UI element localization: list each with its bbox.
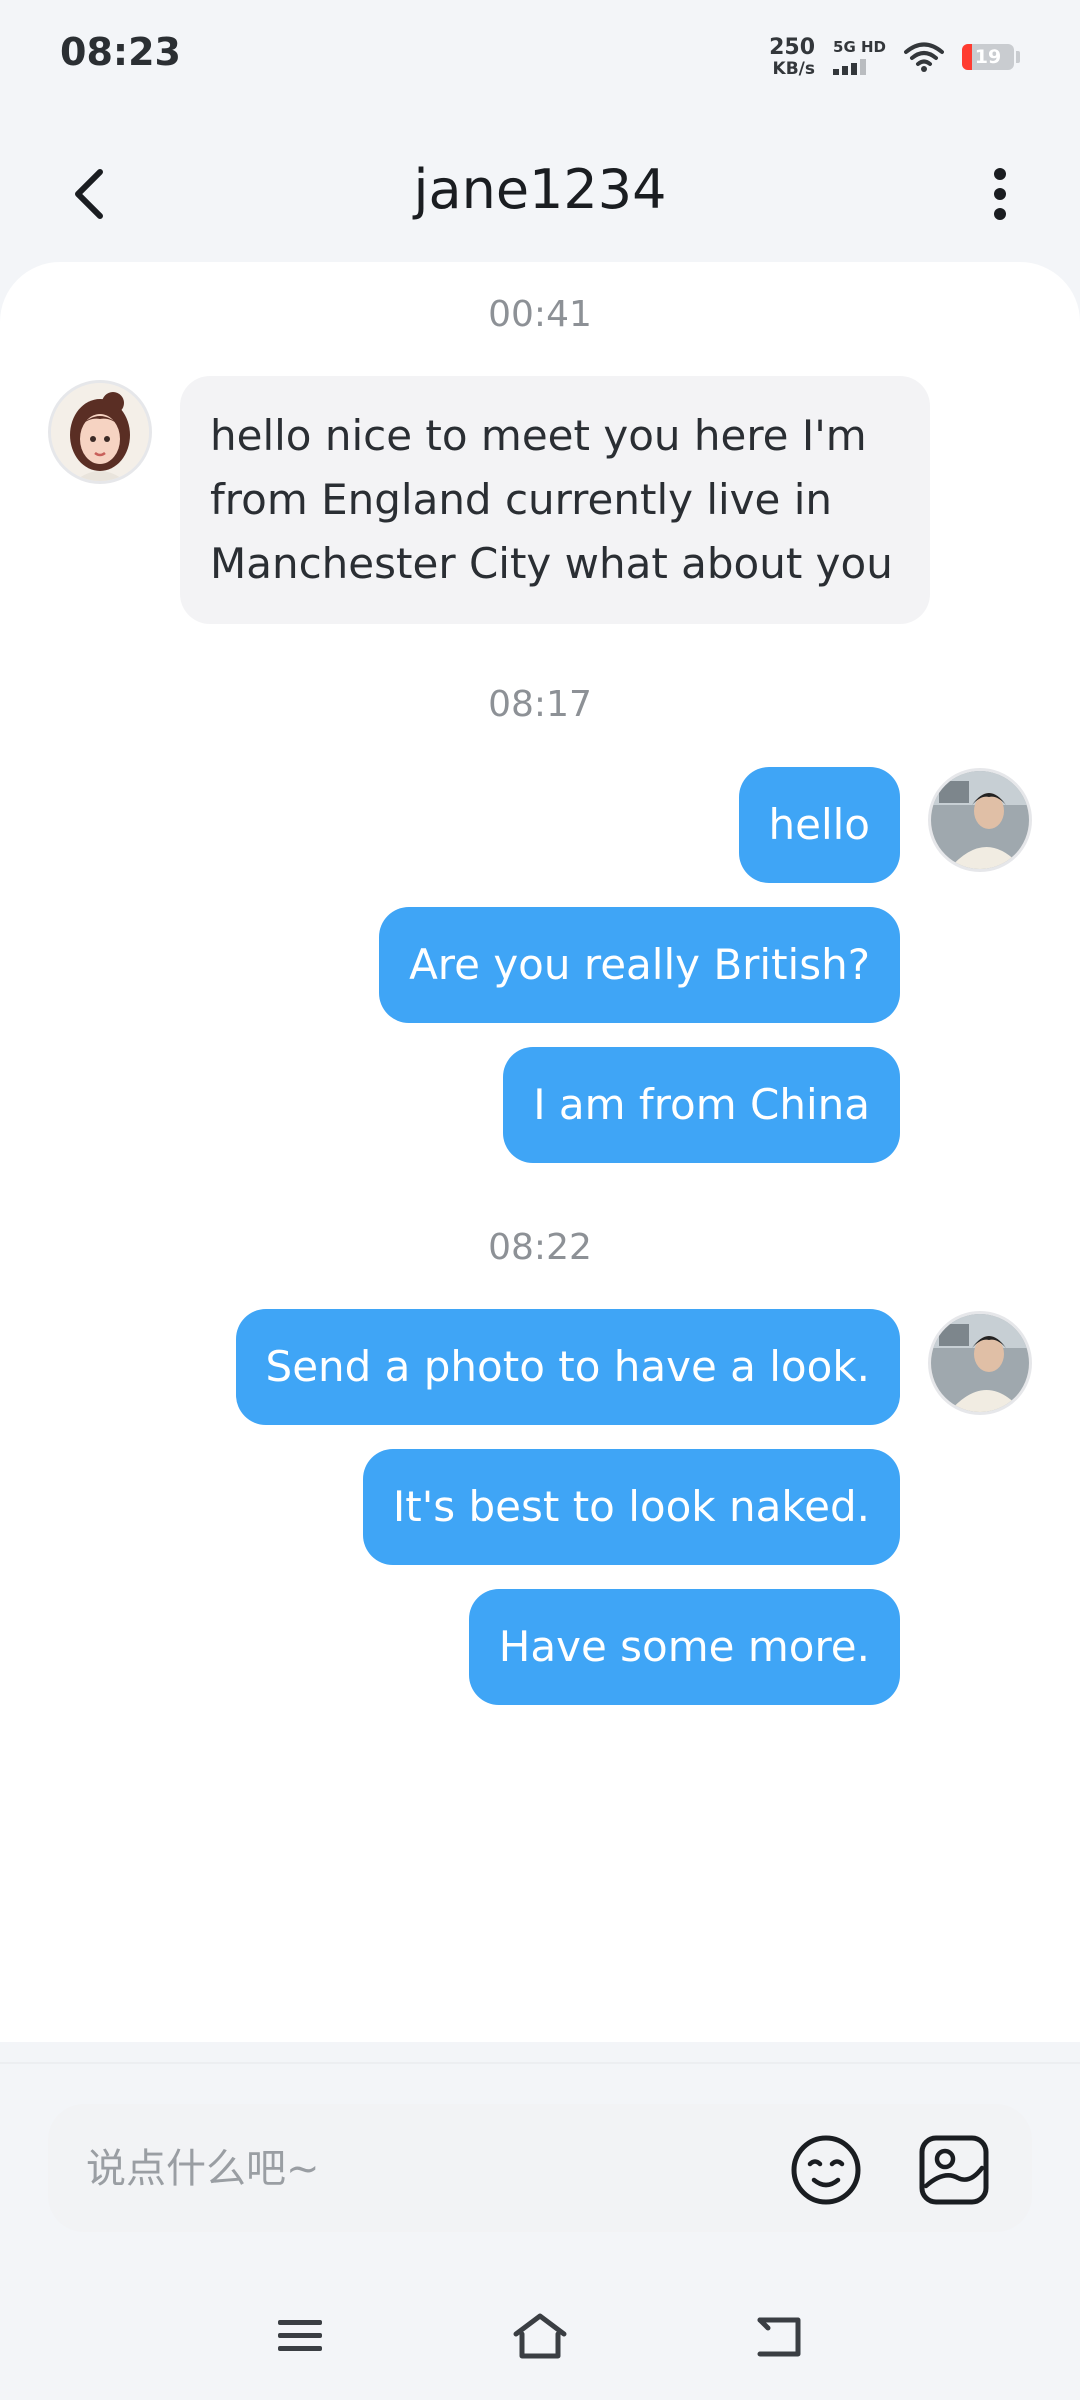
message-timestamp: 08:17	[488, 684, 592, 725]
outgoing-message-bubble[interactable]: I am from China	[503, 1047, 900, 1163]
network-speed-value: 250	[769, 34, 816, 60]
image-button[interactable]	[918, 2134, 990, 2206]
image-icon	[919, 2135, 989, 2205]
message-timestamp: 00:41	[488, 294, 592, 335]
status-bar: 08:23 250 KB/s 5G HD 19	[0, 0, 1080, 120]
nav-back-button[interactable]	[750, 2306, 810, 2366]
input-divider	[0, 2062, 1080, 2064]
message-list[interactable]: 00:41 hello nice to meet you here I'm fr…	[0, 262, 1080, 2042]
chat-title: jane1234	[413, 158, 667, 221]
more-options-button[interactable]	[970, 164, 1030, 224]
cellular-signal: 5G HD	[833, 37, 886, 75]
message-composer	[48, 2104, 1032, 2234]
outgoing-message-bubble[interactable]: Have some more.	[468, 1589, 900, 1705]
contact-avatar[interactable]	[48, 380, 152, 484]
user-avatar-image	[931, 771, 1029, 869]
network-speed: 250 KB/s	[769, 34, 816, 79]
status-icons: 250 KB/s 5G HD 19	[769, 32, 1020, 82]
chat-header: jane1234	[0, 130, 1080, 260]
message-input[interactable]	[84, 2104, 728, 2234]
back-icon	[757, 2317, 801, 2357]
outgoing-message-bubble[interactable]: It's best to look naked.	[362, 1449, 900, 1565]
nav-home-button[interactable]	[510, 2306, 570, 2366]
battery-icon: 19	[962, 44, 1014, 70]
outgoing-message-bubble[interactable]: Send a photo to have a look.	[235, 1309, 900, 1425]
contact-avatar-image	[51, 383, 149, 481]
incoming-message-bubble[interactable]: hello nice to meet you here I'm from Eng…	[180, 376, 930, 624]
battery-cap	[1016, 51, 1020, 63]
system-nav-bar	[0, 2280, 1080, 2390]
emoji-icon	[791, 2135, 861, 2205]
emoji-button[interactable]	[790, 2134, 862, 2206]
more-vertical-icon	[994, 168, 1006, 220]
status-time: 08:23	[60, 30, 181, 74]
home-icon	[513, 2313, 567, 2359]
outgoing-message-bubble[interactable]: Are you really British?	[379, 907, 900, 1023]
message-timestamp: 08:22	[488, 1227, 592, 1268]
battery-level: 19	[974, 46, 1002, 68]
signal-bars-icon	[833, 58, 867, 75]
network-speed-unit: KB/s	[772, 58, 816, 79]
user-avatar[interactable]	[928, 768, 1032, 872]
network-type-label: 5G HD	[833, 37, 886, 56]
user-avatar-image	[931, 1314, 1029, 1412]
menu-icon	[278, 2320, 322, 2351]
nav-menu-button[interactable]	[270, 2306, 330, 2366]
wifi-icon	[904, 42, 944, 72]
outgoing-message-bubble[interactable]: hello	[738, 767, 900, 883]
user-avatar[interactable]	[928, 1311, 1032, 1415]
